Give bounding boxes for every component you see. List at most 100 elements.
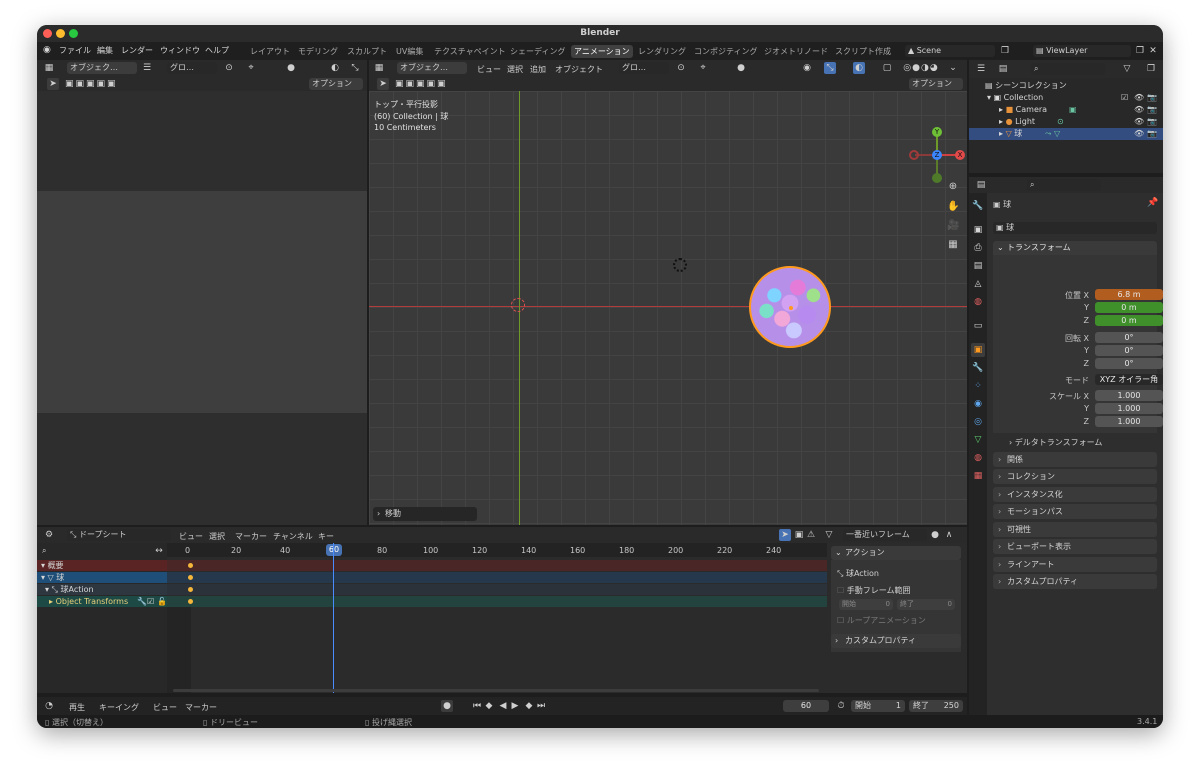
channel-sync-icon[interactable]: ↔ <box>153 545 165 557</box>
frame-end-field[interactable]: 終了 0 <box>897 599 955 610</box>
keyframe-object[interactable] <box>188 575 193 580</box>
output-tab-icon[interactable]: ⎙ <box>971 241 985 255</box>
cyclic-animation-checkbox[interactable]: ☐ ループアニメーション <box>837 615 926 626</box>
pin-icon[interactable]: 📌 <box>1147 197 1159 209</box>
panel-viewport-display[interactable]: ビューポート表示 <box>993 539 1157 554</box>
gizmo-icon[interactable]: ⤡ <box>349 62 361 74</box>
menu-file[interactable]: ファイル <box>59 45 91 56</box>
channel-mute-checkbox[interactable]: ☑ <box>147 596 154 607</box>
data-tab-icon[interactable]: ▽ <box>971 433 985 447</box>
left-options-dropdown[interactable]: オプション <box>309 78 363 90</box>
zoom-icon[interactable]: ⊕ <box>947 181 959 193</box>
collection-render-icon[interactable]: 📷 <box>1147 92 1157 104</box>
properties-search-input[interactable]: ⌕ <box>1027 179 1101 191</box>
collection-visibility-icon[interactable]: 👁 <box>1134 92 1144 104</box>
navigation-gizmo[interactable]: Y Z X <box>909 127 965 183</box>
timeline-start-field[interactable]: 開始 1 <box>851 700 905 712</box>
view-layer-selector[interactable]: ▤ ViewLayer <box>1033 45 1131 57</box>
select-tool-icon[interactable]: ➤ <box>47 78 59 90</box>
action-panel-header[interactable]: ⌄ アクション <box>831 546 961 560</box>
constraints-tab-icon[interactable]: ◎ <box>971 415 985 429</box>
editor-type-icon[interactable]: ▦ <box>43 62 55 74</box>
dopesheet-editor-type-icon[interactable]: ⚙ <box>43 529 55 541</box>
dopesheet-ruler[interactable]: 0 20 40 80 100 120 140 160 180 200 220 2… <box>167 543 827 557</box>
tab-compositing[interactable]: コンポジティング <box>691 45 761 58</box>
viewport-menu-select[interactable]: 選択 <box>507 64 523 75</box>
channel-lock-icon[interactable]: 🔓 <box>157 596 167 607</box>
jump-start-icon[interactable]: ⏮ <box>471 700 483 712</box>
particles-tab-icon[interactable]: ⁘ <box>971 379 985 393</box>
select-mode-icons[interactable]: ▣▣▣▣▣ <box>65 78 125 90</box>
shading-mode-icons[interactable]: ◎●◑◕ <box>899 62 943 74</box>
render-tab-icon[interactable]: ▣ <box>971 223 985 237</box>
timeline-end-field[interactable]: 終了 250 <box>909 700 963 712</box>
light-object-icon[interactable] <box>673 258 687 272</box>
viewport-pivot-icon[interactable]: ⊙ <box>675 62 687 74</box>
sphere-action-icon[interactable]: ⤳ ▽ <box>1045 128 1060 140</box>
location-y-field[interactable]: 0 m <box>1095 302 1163 313</box>
only-errors-icon[interactable]: ⚠ <box>805 529 817 541</box>
dopesheet-menu-marker[interactable]: マーカー <box>235 531 267 542</box>
proportional-icon[interactable]: ● <box>285 62 297 74</box>
tab-uv-editing[interactable]: UV編集 <box>393 45 426 58</box>
viewport-menu-view[interactable]: ビュー <box>477 64 501 75</box>
jump-end-icon[interactable]: ⏭ <box>535 700 547 712</box>
light-visibility-icon[interactable]: 👁 <box>1134 116 1144 128</box>
viewport-visibility-icon[interactable]: ◉ <box>801 62 813 74</box>
play-reverse-icon[interactable]: ◀ <box>497 700 509 712</box>
frame-start-field[interactable]: 開始 0 <box>839 599 893 610</box>
viewport-menu-object[interactable]: オブジェクト <box>555 64 603 75</box>
scene-selector[interactable]: ▲ Scene <box>905 45 995 57</box>
snap-icon[interactable]: ⌖ <box>245 62 257 74</box>
playhead-line[interactable] <box>333 543 334 693</box>
light-data-icon[interactable]: ⊙ <box>1057 116 1064 128</box>
gizmo-z-handle[interactable]: Z <box>932 150 942 160</box>
menu-edit[interactable]: 編集 <box>97 45 113 56</box>
xray-icon[interactable]: ▢ <box>881 62 893 74</box>
gizmo-y-handle[interactable]: Y <box>932 127 942 137</box>
sphere-object[interactable] <box>749 266 831 348</box>
light-render-icon[interactable]: 📷 <box>1147 116 1157 128</box>
outliner-item-light[interactable]: ▸ ● Light ⊙ 👁 📷 <box>969 116 1163 128</box>
outliner-new-collection-icon[interactable]: ❐ <box>1145 63 1157 75</box>
dopesheet-menu-channel[interactable]: チャンネル <box>273 531 313 542</box>
camera-view-icon[interactable]: 🎥 <box>947 220 959 232</box>
camera-data-icon[interactable]: ▣ <box>1069 104 1077 116</box>
texture-tab-icon[interactable]: ▦ <box>971 469 985 483</box>
tab-texture-paint[interactable]: テクスチャペイント <box>431 45 509 58</box>
prev-keyframe-icon[interactable]: ◆ <box>483 700 495 712</box>
viewport-gizmo-toggle-icon[interactable]: ⤡ <box>824 62 836 74</box>
dopesheet-mode-dropdown[interactable]: ⤡ ドープシート <box>67 529 171 541</box>
tab-scripting[interactable]: スクリプト作成 <box>832 45 894 58</box>
rotation-y-field[interactable]: 0° <box>1095 345 1163 356</box>
outliner-search-input[interactable]: ⌕ <box>1031 63 1105 75</box>
close-window-button[interactable] <box>43 29 52 38</box>
channel-object-sphere[interactable]: ▾ ▽ 球 <box>37 572 167 583</box>
dopesheet-menu-select[interactable]: 選択 <box>209 531 225 542</box>
outliner-item-camera[interactable]: ▸ ■ Camera ▣ 👁 📷 <box>969 104 1163 116</box>
object-name-field[interactable]: ▣ 球 <box>993 222 1157 234</box>
viewport-overlay-toggle-icon[interactable]: ◐ <box>853 62 865 74</box>
blender-logo-icon[interactable]: ◉ <box>43 45 51 55</box>
3d-viewport-canvas[interactable]: トップ・平行投影 (60) Collection | 球 10 Centimet… <box>369 91 967 525</box>
timeline-menu-marker[interactable]: マーカー <box>185 702 217 713</box>
menu-render[interactable]: レンダー <box>121 45 153 56</box>
ortho-toggle-icon[interactable]: ▦ <box>947 239 959 251</box>
tab-modeling[interactable]: モデリング <box>295 45 341 58</box>
menu-window[interactable]: ウィンドウ <box>160 45 200 56</box>
object-tab-icon[interactable]: ▣ <box>971 343 985 357</box>
sphere-visibility-icon[interactable]: 👁 <box>1134 128 1144 140</box>
rotation-x-field[interactable]: 0° <box>1095 332 1163 343</box>
play-icon[interactable]: ▶ <box>509 700 521 712</box>
tab-animation[interactable]: アニメーション <box>571 45 633 58</box>
outliner-scene-collection[interactable]: ▤ シーンコレクション <box>969 80 1163 92</box>
timeline-menu-playback[interactable]: 再生 <box>69 702 85 713</box>
viewport-transform-orientation[interactable]: グロ… <box>619 62 669 74</box>
timeline-editor-type-icon[interactable]: ◔ <box>43 700 55 712</box>
left-mode-dropdown[interactable]: オブジェク… <box>67 62 137 74</box>
remove-view-layer-icon[interactable]: ✕ <box>1147 45 1159 57</box>
left-transform-orientation[interactable]: グロ… <box>167 62 217 74</box>
falloff-icon[interactable]: ∧ <box>943 529 955 541</box>
viewport-options-dropdown[interactable]: オプション <box>909 78 963 90</box>
viewport-select-mode-icons[interactable]: ▣▣▣▣▣ <box>395 78 455 90</box>
